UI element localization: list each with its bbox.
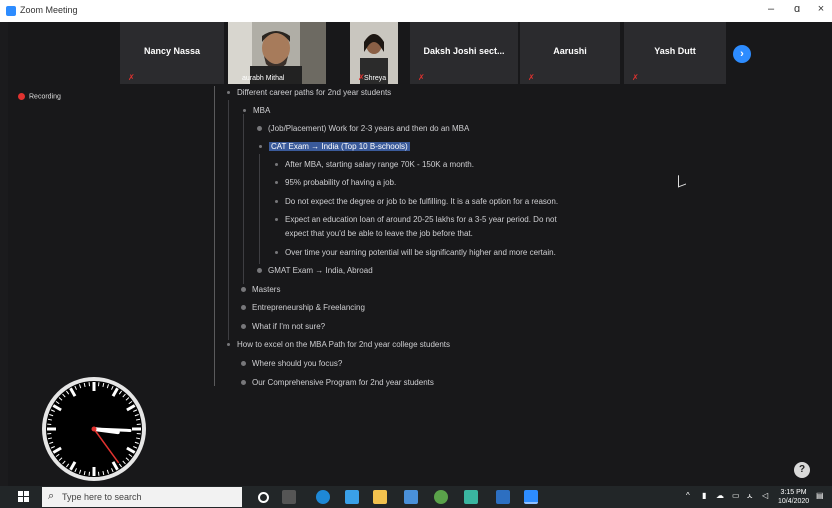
outline-item[interactable]: Over time your earning potential will be… [275,248,556,257]
recording-label: Recording [29,93,61,101]
mic-muted-icon: ✗ [528,73,535,82]
participant-tile[interactable]: Aarushi ✗ [520,22,620,84]
mail-icon[interactable] [404,490,418,504]
outline-guide [243,114,244,284]
outline-item[interactable]: What if I'm not sure? [241,322,325,331]
outline-item[interactable]: Entrepreneurship & Freelancing [241,303,365,312]
outline-item[interactable]: Masters [241,285,280,294]
word-icon[interactable] [496,490,510,504]
title-bar: Zoom Meeting – ɑ × [0,0,832,22]
participant-name: Shreya [364,75,387,82]
store-icon[interactable] [345,490,359,504]
network-icon[interactable]: ▭ [732,491,740,500]
taskbar-date: 10/4/2020 [778,498,810,505]
onedrive-icon[interactable]: ☁ [716,491,724,500]
zoom-taskbar-icon[interactable] [524,490,538,504]
language-icon[interactable]: ㅅ [746,491,753,502]
analog-clock [42,377,146,481]
minimize-button[interactable]: – [762,3,780,15]
taskbar-clock[interactable]: 3:15 PM 10/4/2020 [778,488,809,506]
participant-strip: Nancy Nassa ✗ aurabh Mithal ✗ Shreya Dak… [120,22,760,86]
participant-name: Daksh Joshi sect... [423,46,505,56]
mic-muted-icon: ✗ [418,73,425,82]
outline-guide [259,154,260,264]
maximize-button[interactable]: ɑ [788,3,806,15]
participant-name: aurabh Mithal [242,75,285,82]
cortana-icon[interactable] [258,492,269,503]
outline-item[interactable]: How to excel on the MBA Path for 2nd yea… [227,340,450,349]
outline-item[interactable]: Our Comprehensive Program for 2nd year s… [241,378,434,387]
participant-tile[interactable]: Nancy Nassa ✗ [120,22,224,84]
mic-muted-icon: ✗ [128,73,135,82]
window-title: Zoom Meeting [20,5,78,15]
app-icon[interactable] [464,490,478,504]
notifications-icon[interactable]: ▤ [816,491,824,500]
mic-muted-icon: ✗ [632,73,639,82]
taskbar: ⌕ Type here to search ^ ▮ ☁ ▭ ㅅ ◁ 3:15 P… [0,486,832,508]
tray-chevron-icon[interactable]: ^ [686,491,690,500]
participant-video-tile[interactable]: aurabh Mithal [228,22,326,84]
volume-icon[interactable]: ◁ [762,491,768,500]
participant-tile[interactable]: Yash Dutt ✗ [624,22,726,84]
recording-dot-icon [18,93,25,100]
close-button[interactable]: × [812,3,830,15]
participant-tile[interactable]: Daksh Joshi sect... ✗ [410,22,518,84]
outline-item[interactable]: Different career paths for 2nd year stud… [227,88,391,97]
shared-document: Different career paths for 2nd year stud… [214,86,614,387]
outline-item[interactable]: GMAT Exam → India, Abroad [257,266,373,275]
outline-guide [228,100,229,340]
edge-browser-icon[interactable] [316,490,330,504]
search-icon: ⌕ [48,490,55,502]
zoom-logo-icon [6,6,16,16]
participant-name: Yash Dutt [654,46,696,56]
participant-name: Nancy Nassa [143,46,201,56]
battery-icon[interactable]: ▮ [702,491,706,500]
outline-item[interactable]: After MBA, starting salary range 70K - 1… [275,160,474,169]
recording-indicator: Recording [18,93,61,100]
outline-item[interactable]: Where should you focus? [241,359,342,368]
task-view-icon[interactable] [282,490,296,504]
file-explorer-icon[interactable] [373,490,387,504]
taskbar-search[interactable]: ⌕ Type here to search [42,487,242,507]
participant-video-tile[interactable]: ✗ Shreya [350,22,398,84]
clock-minute-hand [92,427,132,433]
outline-item[interactable]: 95% probability of having a job. [275,178,396,187]
help-button[interactable]: ? [794,462,810,478]
taskbar-time: 3:15 PM [780,489,807,496]
outline-item-continuation: expect that you'd be able to leave the j… [285,229,473,238]
next-participants-button[interactable]: › [733,45,751,63]
outline-item-selected[interactable]: CAT Exam → India (Top 10 B-schools) [259,142,410,151]
outline-item[interactable]: Expect an education loan of around 20-25… [275,215,557,224]
outline-item[interactable]: Do not expect the degree or job to be fu… [275,197,558,206]
outline-item[interactable]: MBA [243,106,270,115]
participant-name: Aarushi [553,46,587,56]
chrome-icon[interactable] [434,490,448,504]
search-placeholder: Type here to search [62,492,142,502]
windows-start-icon[interactable] [18,491,29,502]
outline-item[interactable]: (Job/Placement) Work for 2-3 years and t… [257,124,469,133]
